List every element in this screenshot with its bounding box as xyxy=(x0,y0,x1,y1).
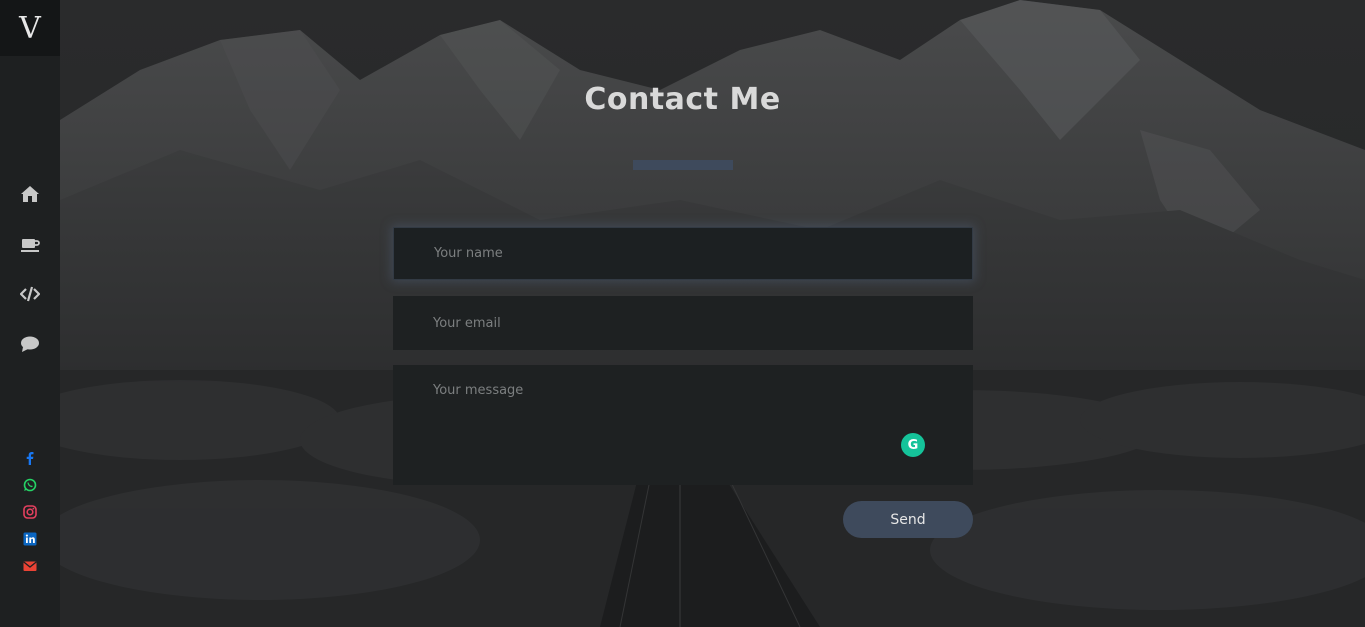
message-textarea[interactable] xyxy=(393,365,973,485)
name-input[interactable] xyxy=(393,227,973,280)
nav-contact-button[interactable] xyxy=(0,326,60,362)
mail-icon xyxy=(23,561,37,571)
nav-projects-button[interactable] xyxy=(0,276,60,312)
title-underline xyxy=(633,160,733,170)
email-input[interactable] xyxy=(393,296,973,350)
comment-icon xyxy=(21,336,39,352)
instagram-link[interactable] xyxy=(0,501,60,523)
whatsapp-icon xyxy=(23,478,37,492)
page-title: Contact Me xyxy=(584,82,781,117)
instagram-icon xyxy=(23,505,37,519)
send-button[interactable]: Send xyxy=(843,501,973,538)
whatsapp-link[interactable] xyxy=(0,474,60,496)
nav-about-button[interactable] xyxy=(0,226,60,262)
grammarly-button[interactable]: G xyxy=(901,433,925,457)
linkedin-link[interactable] xyxy=(0,528,60,550)
facebook-icon xyxy=(26,452,34,465)
sidebar: V xyxy=(0,0,60,627)
grammarly-icon: G xyxy=(907,437,919,453)
nav-home-button[interactable] xyxy=(0,176,60,212)
linkedin-icon xyxy=(23,532,37,546)
email-link[interactable] xyxy=(0,555,60,577)
coffee-icon xyxy=(21,239,40,252)
home-icon xyxy=(21,186,39,202)
code-icon xyxy=(20,286,40,302)
site-logo[interactable]: V xyxy=(0,0,60,56)
facebook-link[interactable] xyxy=(0,447,60,469)
